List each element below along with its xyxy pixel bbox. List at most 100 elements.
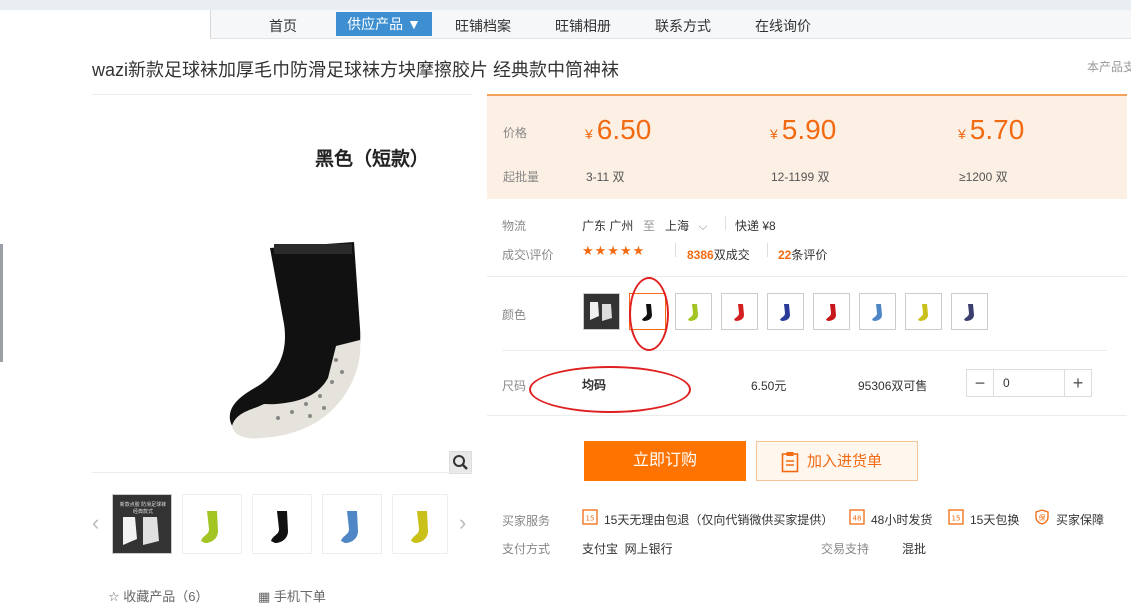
minus-icon[interactable]: − — [967, 370, 994, 396]
star-icon: ☆ — [108, 589, 120, 604]
top-strip — [0, 0, 1131, 10]
color-swatch[interactable] — [813, 293, 850, 330]
nav-album[interactable]: 旺铺相册 — [555, 16, 611, 36]
moq-label: 起批量 — [503, 170, 540, 184]
sock-thumb — [271, 511, 288, 543]
trade-value: 混批 — [902, 542, 927, 556]
sock-swatch — [688, 304, 698, 321]
svg-text:48: 48 — [853, 515, 862, 523]
shield-icon: 保 — [1035, 509, 1049, 525]
color-swatch[interactable] — [767, 293, 804, 330]
rating-stars: ★★★★★ — [582, 243, 646, 258]
currency-symbol: ¥ — [958, 126, 966, 142]
favorite-link[interactable]: ☆ 收藏产品（6） — [108, 586, 209, 605]
mobile-order-link[interactable]: ▦ 手机下单 — [258, 586, 326, 605]
currency-symbol: ¥ — [770, 126, 778, 142]
price-tier-3: ¥5.70 — [958, 114, 1024, 146]
reviews-label: 成交\评价 — [502, 248, 554, 262]
thumbnail[interactable]: 新款点胶 防滑足球袜 经典款式 — [112, 494, 172, 554]
add-to-cart-button[interactable]: 加入进货单 — [756, 441, 918, 481]
thumbnail[interactable] — [182, 494, 242, 554]
separator — [767, 243, 768, 257]
color-swatch[interactable] — [583, 293, 620, 330]
thumb-next-arrow[interactable]: › — [459, 510, 466, 536]
add-to-cart-label: 加入进货单 — [807, 453, 883, 470]
service-guarantee[interactable]: 买家保障 — [1056, 511, 1104, 528]
qr-icon: ▦ — [258, 589, 271, 604]
product-title: wazi新款足球袜加厚毛巾防滑足球袜方块摩擦胶片 经典款中筒神袜 — [92, 60, 620, 80]
reviews-count[interactable]: 22条评价 — [778, 246, 827, 263]
mobile-order-label: 手机下单 — [273, 589, 326, 604]
logistics-label: 物流 — [502, 219, 527, 233]
deals-suffix: 双成交 — [713, 248, 750, 262]
service-label: 买家服务 — [502, 514, 551, 528]
divider — [92, 94, 472, 95]
divider — [487, 276, 1127, 277]
svg-text:保: 保 — [1039, 513, 1046, 522]
service-48h-ship[interactable]: 48小时发货 — [871, 511, 932, 528]
color-swatch[interactable] — [859, 293, 896, 330]
price-label: 价格 — [503, 126, 528, 140]
price-value: 5.70 — [969, 114, 1025, 145]
thumb-prev-arrow[interactable]: ‹ — [92, 510, 99, 536]
sock-swatch — [964, 304, 974, 321]
service-return[interactable]: 15天无理由包退（仅向代销微供买家提供） — [604, 511, 833, 528]
divider — [487, 415, 1127, 416]
quantity-stepper: − 0 + — [966, 369, 1092, 397]
size-label: 尺码 — [502, 379, 527, 393]
exchange-15-icon: 15 — [948, 509, 964, 525]
sock-pair-swatch — [590, 302, 612, 321]
thumbnail[interactable] — [322, 494, 382, 554]
reviews-suffix: 条评价 — [791, 248, 828, 262]
ship-to-word: 至 — [643, 219, 656, 233]
deals-number: 8386 — [687, 248, 714, 262]
nav-inquiry[interactable]: 在线询价 — [755, 16, 811, 36]
price-panel: 价格 起批量 ¥6.50 3-11 双 ¥5.90 12-1199 双 ¥5.7… — [487, 94, 1127, 199]
divider — [502, 350, 1107, 351]
trade-label: 交易支持 — [821, 542, 870, 556]
favorite-label: 收藏产品（6） — [123, 589, 209, 604]
nav-contact[interactable]: 联系方式 — [655, 16, 711, 36]
price-value: 5.90 — [781, 114, 837, 145]
sock-swatch — [918, 304, 928, 321]
separator — [725, 216, 726, 230]
ship-48h-icon: 48 — [849, 509, 865, 525]
image-caption: 黑色（短款） — [315, 148, 430, 170]
ship-to-select[interactable]: 上海 ⌵ — [665, 217, 707, 234]
price-tier-2: ¥5.90 — [770, 114, 836, 146]
currency-symbol: ¥ — [585, 126, 593, 142]
annotation-circle-swatch — [629, 277, 669, 351]
color-swatch[interactable] — [951, 293, 988, 330]
quantity-input[interactable]: 0 — [1003, 376, 1010, 390]
sock-thumb — [341, 511, 358, 543]
thumbnail[interactable] — [252, 494, 312, 554]
color-swatch[interactable] — [905, 293, 942, 330]
sock-thumb — [201, 511, 218, 543]
buy-now-button[interactable]: 立即订购 — [584, 441, 746, 481]
payment-methods: 支付宝 网上银行 — [582, 542, 673, 556]
nav-profile[interactable]: 旺铺档案 — [455, 16, 511, 36]
thumb-caption: 新款点胶 防滑足球袜 经典款式 — [119, 502, 167, 515]
separator — [675, 243, 676, 257]
moq-tier-3: ≥1200 双 — [959, 170, 1008, 184]
nav-home[interactable]: 首页 — [269, 16, 297, 36]
color-swatch[interactable] — [721, 293, 758, 330]
price-value: 6.50 — [596, 114, 652, 145]
plus-icon[interactable]: + — [1064, 370, 1091, 396]
nav-products[interactable]: 供应产品 ▼ — [336, 12, 432, 36]
color-label: 颜色 — [502, 308, 527, 322]
color-swatch[interactable] — [675, 293, 712, 330]
price-tier-1: ¥6.50 — [585, 114, 651, 146]
shipping-fee: 快递 ¥8 — [735, 219, 776, 233]
deals-count[interactable]: 8386双成交 — [687, 246, 750, 263]
svg-text:15: 15 — [586, 515, 595, 523]
sock-swatch — [734, 304, 744, 321]
annotation-circle-size — [529, 366, 691, 413]
thumbnail[interactable] — [392, 494, 448, 554]
left-edge-bar — [0, 244, 3, 362]
clipboard-icon — [781, 452, 799, 473]
service-exchange[interactable]: 15天包换 — [970, 511, 1019, 528]
zoom-button[interactable] — [449, 451, 472, 474]
magnifier-icon — [453, 455, 468, 470]
divider — [92, 472, 472, 473]
